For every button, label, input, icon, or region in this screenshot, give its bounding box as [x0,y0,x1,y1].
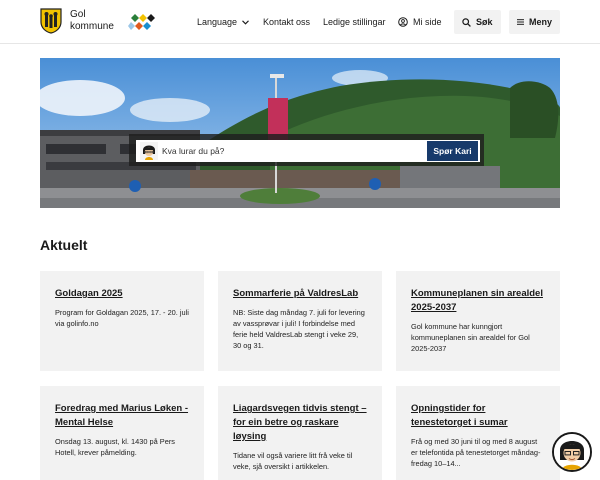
ask-kari-button[interactable]: Spør Kari [427,141,478,161]
jobs-link[interactable]: Ledige stillingar [323,10,386,34]
logo-line2: kommune [70,21,114,32]
site-header: Gol kommune Language Kontakt oss Ledige … [0,0,600,44]
diamond-pattern-icon [128,14,155,30]
news-card-text: Gol kommune har kunngjort kommuneplanen … [411,322,530,353]
mypage-link[interactable]: Mi side [398,10,442,34]
kari-chat-avatar-icon [554,434,590,470]
news-card-title[interactable]: Kommuneplanen sin arealdel 2025-2037 [411,287,545,315]
news-section-title: Aktuelt [40,237,88,253]
news-card-text: Tidane vil også variere litt frå veke ti… [233,451,353,471]
search-icon [462,17,471,27]
hero-photo [40,58,560,208]
news-card[interactable]: Liagardsvegen tidvis stengt – for ein be… [218,386,382,480]
news-card-text: NB: Siste dag måndag 7. juli for leverin… [233,308,365,350]
news-card-text: Frå og med 30 juni til og med 8 august e… [411,437,541,468]
logo-line1: Gol [70,9,86,20]
news-card-text: Onsdag 13. august, kl. 1430 på Pers Hote… [55,437,175,457]
hero-image [40,58,560,208]
hamburger-menu-icon [517,19,524,25]
site-logo[interactable]: Gol kommune [40,8,114,34]
news-card-title[interactable]: Foredrag med Marius Løken - Mental Helse [55,402,189,430]
menu-button-label: Meny [528,17,552,27]
news-card[interactable]: Kommuneplanen sin arealdel 2025-2037 Gol… [396,271,560,371]
news-card[interactable]: Sommarferie på ValdresLab NB: Siste dag … [218,271,382,371]
news-card-title[interactable]: Opningstider for tenestetorget i sumar [411,402,545,430]
news-card[interactable]: Opningstider for tenestetorget i sumar F… [396,386,560,480]
search-button[interactable]: Søk [454,10,501,34]
user-circle-icon [398,17,408,27]
chevron-down-icon [242,19,249,25]
contact-link[interactable]: Kontakt oss [263,10,310,34]
chat-assistant-button[interactable] [552,432,592,472]
logo-text: Gol kommune [70,9,114,33]
news-card-text: Program for Goldagan 2025, 17. - 20. jul… [55,308,189,328]
language-label: Language [197,17,238,27]
news-card-title[interactable]: Sommarferie på ValdresLab [233,287,367,301]
news-card-title[interactable]: Liagardsvegen tidvis stengt – for ein be… [233,402,367,444]
news-card-title[interactable]: Goldagan 2025 [55,287,189,301]
news-card[interactable]: Goldagan 2025 Program for Goldagan 2025,… [40,271,204,371]
news-card[interactable]: Foredrag med Marius Løken - Mental Helse… [40,386,204,480]
language-selector[interactable]: Language [197,10,254,34]
search-button-label: Søk [476,17,493,27]
coat-of-arms-icon [40,8,62,34]
kari-avatar-icon [140,142,158,160]
menu-button[interactable]: Meny [509,10,560,34]
ask-kari-input[interactable] [162,142,422,160]
mypage-label: Mi side [413,17,442,27]
